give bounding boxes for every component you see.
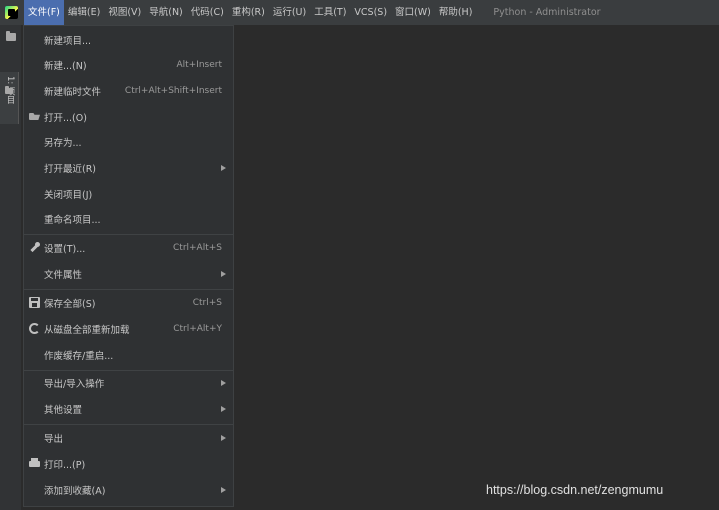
menu-file[interactable]: 文件(F) (24, 0, 64, 25)
shortcut-label: Ctrl+S (192, 298, 222, 308)
shortcut-label: Ctrl+Alt+Shift+Insert (124, 86, 222, 96)
menu-item-import-export[interactable]: 导出/导入操作 (24, 371, 233, 395)
open-folder-icon (29, 113, 40, 120)
menu-item-label: 新建项目... (44, 36, 92, 47)
menu-refactor[interactable]: 重构(R) (228, 0, 269, 25)
shortcut-label: Ctrl+Alt+S (173, 243, 222, 253)
menu-item-save-as[interactable]: 另存为... (24, 130, 233, 154)
watermark-text: https://blog.csdn.net/zengmumu (486, 483, 664, 497)
menu-item-open[interactable]: 打开...(O) (24, 105, 233, 129)
window-title: Python - Administrator (493, 7, 601, 18)
save-icon (29, 297, 40, 308)
menu-separator (24, 289, 233, 290)
menu-item-label: 设置(T)... (44, 244, 86, 255)
menu-window[interactable]: 窗口(W) (391, 0, 435, 25)
file-menu-dropdown: 新建项目... 新建...(N) Alt+Insert 新建临时文件 Ctrl+… (23, 25, 234, 507)
menu-run[interactable]: 运行(U) (269, 0, 310, 25)
menu-item-label: 新建...(N) (44, 61, 87, 72)
wrench-icon (29, 242, 40, 253)
project-folder-icon (5, 86, 13, 94)
menu-item-rename-project[interactable]: 重命名项目... (24, 207, 233, 231)
submenu-arrow-icon (221, 271, 226, 277)
menu-separator (24, 234, 233, 235)
menu-separator (24, 424, 233, 425)
menu-item-invalidate-caches[interactable]: 作废缓存/重启... (24, 343, 233, 367)
menu-item-settings[interactable]: 设置(T)... Ctrl+Alt+S (24, 236, 233, 260)
submenu-arrow-icon (221, 165, 226, 171)
menu-item-close-project[interactable]: 关闭项目(J) (24, 182, 233, 206)
shortcut-label: Ctrl+Alt+Y (173, 324, 222, 334)
left-tool-strip: 1: 项目 (0, 25, 21, 510)
menu-item-export[interactable]: 导出 (24, 426, 233, 450)
menu-tools[interactable]: 工具(T) (310, 0, 350, 25)
menu-edit[interactable]: 编辑(E) (64, 0, 104, 25)
menu-item-open-recent[interactable]: 打开最近(R) (24, 156, 233, 180)
menu-item-label: 打开...(O) (44, 113, 87, 124)
menu-item-new-project[interactable]: 新建项目... (24, 28, 233, 52)
submenu-arrow-icon (221, 380, 226, 386)
menu-item-label: 另存为... (44, 138, 82, 149)
menu-navigate[interactable]: 导航(N) (145, 0, 187, 25)
menu-item-label: 作废缓存/重启... (44, 351, 114, 362)
menu-code[interactable]: 代码(C) (187, 0, 228, 25)
pycharm-logo-icon[interactable] (5, 6, 18, 19)
menu-item-print[interactable]: 打印...(P) (24, 452, 233, 476)
menu-item-reload-all[interactable]: 从磁盘全部重新加载 Ctrl+Alt+Y (24, 317, 233, 341)
menu-item-label: 打印...(P) (44, 460, 86, 471)
menu-item-label: 保存全部(S) (44, 299, 96, 310)
menu-item-label: 关闭项目(J) (44, 190, 93, 201)
menu-item-save-all[interactable]: 保存全部(S) Ctrl+S (24, 291, 233, 315)
menu-vcs[interactable]: VCS(S) (350, 0, 391, 25)
menu-help[interactable]: 帮助(H) (435, 0, 477, 25)
shortcut-label: Alt+Insert (176, 60, 222, 70)
menu-item-label: 重命名项目... (44, 215, 101, 226)
menu-item-label: 新建临时文件 (44, 87, 102, 98)
reload-icon (29, 323, 40, 334)
menu-item-other-settings[interactable]: 其他设置 (24, 397, 233, 421)
menu-item-new-scratch-file[interactable]: 新建临时文件 Ctrl+Alt+Shift+Insert (24, 79, 233, 103)
menu-item-label: 从磁盘全部重新加载 (44, 325, 130, 336)
menu-item-label: 导出/导入操作 (44, 379, 105, 390)
submenu-arrow-icon (221, 406, 226, 412)
menu-item-label: 打开最近(R) (44, 164, 97, 175)
menu-item-add-to-favorites[interactable]: 添加到收藏(A) (24, 478, 233, 502)
menu-item-label: 导出 (44, 434, 64, 445)
submenu-arrow-icon (221, 435, 226, 441)
menu-item-new[interactable]: 新建...(N) Alt+Insert (24, 53, 233, 77)
menu-item-label: 其他设置 (44, 405, 83, 416)
menu-bar: 文件(F) 编辑(E) 视图(V) 导航(N) 代码(C) 重构(R) 运行(U… (0, 0, 719, 25)
menu-item-label: 文件属性 (44, 270, 83, 281)
menu-item-label: 添加到收藏(A) (44, 486, 106, 497)
project-tool-tab[interactable]: 1: 项目 (0, 72, 19, 124)
menu-item-file-properties[interactable]: 文件属性 (24, 262, 233, 286)
menu-view[interactable]: 视图(V) (104, 0, 145, 25)
folder-icon[interactable] (6, 31, 16, 41)
submenu-arrow-icon (221, 487, 226, 493)
printer-icon (29, 458, 40, 467)
